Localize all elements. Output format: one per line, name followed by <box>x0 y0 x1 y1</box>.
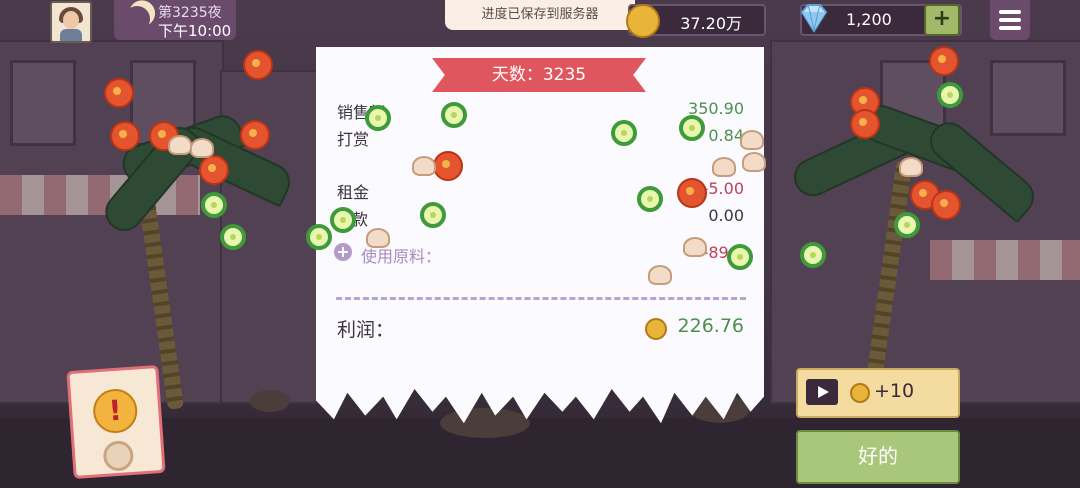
pepper-slice <box>937 82 963 108</box>
garlic-clove <box>740 130 764 150</box>
expand-materials-icon[interactable]: + <box>334 243 352 261</box>
garlic-clove <box>648 265 672 285</box>
rent-label: 租金 <box>337 183 370 202</box>
ok-button[interactable]: 好的 <box>796 430 960 484</box>
divider <box>336 297 746 300</box>
add-gems-button[interactable]: + <box>924 4 960 36</box>
pepper-slice <box>220 224 246 250</box>
card-knob <box>102 439 135 472</box>
menu-icon <box>999 26 1021 30</box>
pepper-slice <box>894 212 920 238</box>
menu-icon <box>999 10 1021 14</box>
pepper-slice <box>330 207 356 233</box>
tomato-slice <box>929 46 959 76</box>
garlic-clove <box>742 152 766 172</box>
pepper-slice <box>365 105 391 131</box>
tomato-slice <box>199 155 229 185</box>
garlic-clove <box>412 156 436 176</box>
menu-icon <box>999 18 1021 22</box>
pepper-slice <box>420 202 446 228</box>
event-alert-card[interactable]: ! <box>66 364 166 480</box>
coin-icon <box>850 383 870 403</box>
pepper-slice <box>441 102 467 128</box>
day-time-panel: 第3235夜 下午10:00 <box>114 0 236 40</box>
day-banner: 天数：3235 <box>432 58 646 92</box>
window <box>10 60 76 146</box>
tomato-slice <box>677 178 707 208</box>
garlic-clove <box>712 157 736 177</box>
tomato-slice <box>931 190 961 220</box>
pepper-slice <box>800 242 826 268</box>
rent-value: -5.00 <box>702 179 744 198</box>
coin-counter: 37.20万 <box>626 4 766 38</box>
profit-value: 226.76 <box>677 315 744 337</box>
coin-value: 37.20万 <box>680 14 742 33</box>
awning-right <box>930 240 1080 280</box>
moon-icon <box>120 2 155 37</box>
tomato-slice <box>243 50 273 80</box>
tomato-slice <box>104 78 134 108</box>
tomato-slice <box>850 109 880 139</box>
garlic-clove <box>168 135 192 155</box>
tips-value: 0.84 <box>708 126 744 145</box>
alert-icon: ! <box>91 387 139 435</box>
tomato-slice <box>433 151 463 181</box>
ad-reward-label: +10 <box>874 380 915 402</box>
gem-value: 1,200 <box>846 10 892 29</box>
pepper-slice <box>727 244 753 270</box>
pepper-slice <box>306 224 332 250</box>
diamond-icon <box>800 4 828 33</box>
garlic-clove <box>899 157 923 177</box>
profit-label: 利润： <box>337 319 395 341</box>
player-avatar[interactable] <box>50 1 92 43</box>
garlic-clove <box>683 237 707 257</box>
rock <box>440 408 530 438</box>
play-icon <box>806 379 838 405</box>
day-label: 第3235夜 <box>158 5 222 21</box>
pepper-slice <box>637 186 663 212</box>
avatar-face <box>63 11 79 29</box>
tomato-slice <box>110 121 140 151</box>
time-label: 下午10:00 <box>158 22 232 40</box>
tomato-slice <box>240 120 270 150</box>
loan-value: 0.00 <box>708 206 744 225</box>
pepper-slice <box>201 192 227 218</box>
coin-icon <box>645 318 667 340</box>
pepper-slice <box>679 115 705 141</box>
window <box>990 60 1066 136</box>
save-toast: 进度已保存到服务器 <box>445 0 635 30</box>
garlic-clove <box>190 138 214 158</box>
pepper-slice <box>611 120 637 146</box>
tips-label: 打赏 <box>337 130 370 149</box>
watch-ad-button[interactable]: +10 <box>796 368 960 418</box>
menu-button[interactable] <box>990 0 1030 40</box>
coin-icon <box>626 4 660 38</box>
garlic-clove <box>366 228 390 248</box>
rock <box>250 390 290 412</box>
avatar-body <box>60 29 82 41</box>
